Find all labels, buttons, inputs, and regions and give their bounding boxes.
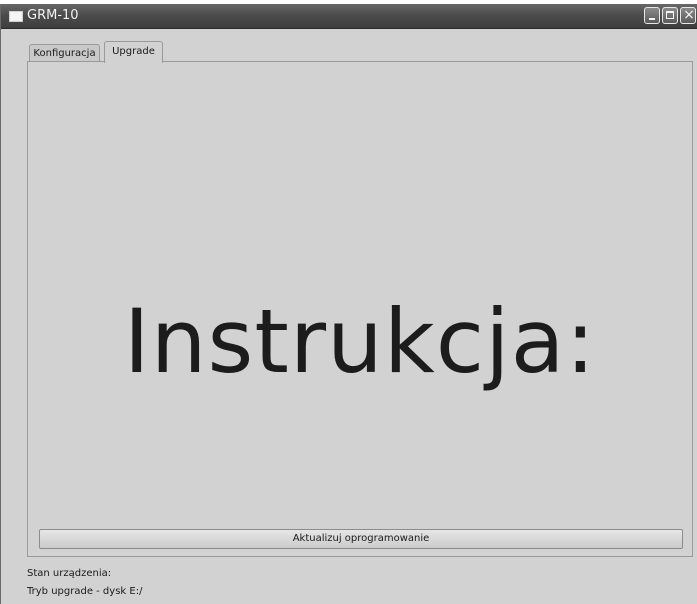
device-status-value: Tryb upgrade - dysk E:/ (27, 586, 143, 597)
window-title: GRM-10 (27, 8, 79, 23)
update-firmware-button[interactable]: Aktualizuj oprogramowanie (39, 529, 683, 549)
close-button[interactable]: × (680, 7, 696, 24)
title-bar[interactable]: GRM-10 × (1, 4, 697, 29)
maximize-button[interactable] (662, 7, 678, 24)
minimize-button[interactable] (644, 7, 660, 24)
close-icon: × (683, 7, 695, 23)
tab-upgrade[interactable]: Upgrade (104, 41, 163, 63)
app-icon (9, 11, 23, 22)
upgrade-panel: Instrukcja: (27, 61, 693, 557)
device-status-label: Stan urządzenia: (27, 568, 112, 579)
instructions-heading: Instrukcja: (123, 290, 597, 393)
minimize-icon (649, 18, 655, 20)
tab-konfiguracja[interactable]: Konfiguracja (29, 44, 100, 62)
maximize-icon (666, 11, 674, 19)
